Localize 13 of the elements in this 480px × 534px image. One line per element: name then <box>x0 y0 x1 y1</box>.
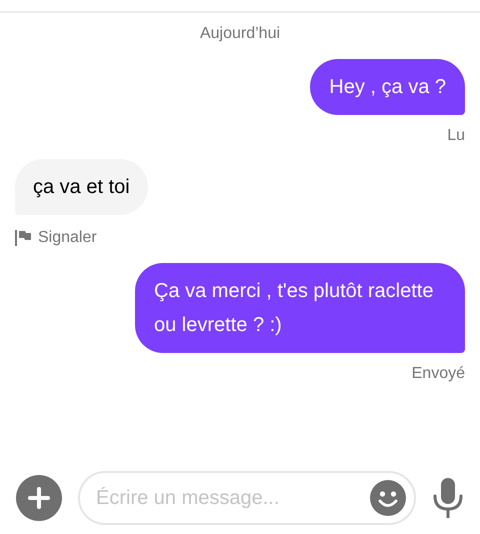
microphone-icon[interactable] <box>432 478 464 518</box>
emoji-icon[interactable] <box>370 480 406 516</box>
sent-message-bubble: Ça va merci , t'es plutôt raclette ou levrette ? :) <box>135 263 465 353</box>
plus-icon <box>28 487 50 509</box>
flag-icon <box>15 230 32 246</box>
message-status: Lu <box>447 126 465 146</box>
received-message-bubble: ça va et toi <box>15 159 148 215</box>
report-link[interactable]: Signaler <box>15 227 97 249</box>
message-status: Envoyé <box>412 364 465 384</box>
add-button[interactable] <box>16 475 62 521</box>
sent-message-bubble: Hey , ça va ? <box>310 59 465 115</box>
date-label: Aujourd’hui <box>200 24 280 44</box>
message-input-field[interactable]: Écrire un message... <box>78 471 416 525</box>
